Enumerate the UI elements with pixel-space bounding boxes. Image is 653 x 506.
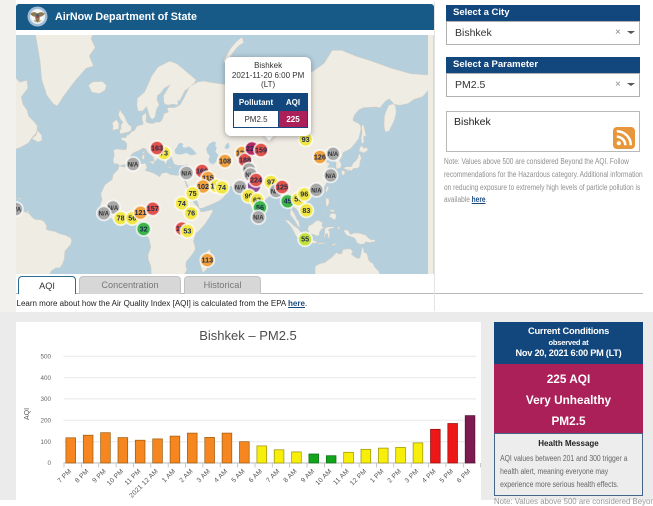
svg-text:74: 74: [218, 183, 226, 192]
svg-text:7 PM: 7 PM: [57, 468, 74, 485]
svg-text:6 AM: 6 AM: [248, 468, 264, 484]
svg-text:159: 159: [255, 145, 267, 154]
svg-text:N/A: N/A: [16, 207, 22, 213]
svg-text:10 PM: 10 PM: [106, 468, 125, 487]
svg-text:76: 76: [187, 209, 195, 218]
svg-text:4 PM: 4 PM: [421, 468, 438, 485]
svg-text:78: 78: [117, 214, 125, 223]
svg-text:53: 53: [183, 226, 191, 235]
svg-text:7 AM: 7 AM: [265, 468, 281, 484]
svg-text:1 AM: 1 AM: [161, 468, 177, 484]
svg-text:163: 163: [151, 143, 163, 152]
svg-text:5 PM: 5 PM: [439, 468, 456, 485]
svg-text:224: 224: [250, 175, 262, 184]
svg-text:45: 45: [284, 197, 292, 206]
svg-text:AQI: AQI: [24, 408, 31, 420]
svg-text:N/A: N/A: [181, 171, 192, 177]
svg-text:93: 93: [302, 135, 310, 144]
svg-text:2 AM: 2 AM: [178, 468, 194, 484]
svg-text:83: 83: [302, 206, 310, 215]
svg-text:11 AM: 11 AM: [332, 468, 351, 487]
svg-text:1 PM: 1 PM: [369, 468, 386, 485]
svg-text:N/A: N/A: [311, 188, 322, 194]
svg-text:Bishkek – PM2.5: Bishkek – PM2.5: [199, 328, 297, 343]
svg-text:108: 108: [219, 156, 231, 165]
svg-text:126: 126: [314, 152, 326, 161]
svg-text:N/A: N/A: [128, 162, 139, 168]
svg-text:300: 300: [40, 396, 51, 403]
svg-text:10 AM: 10 AM: [314, 468, 333, 487]
svg-text:500: 500: [40, 354, 51, 361]
svg-text:125: 125: [276, 182, 288, 191]
svg-text:0: 0: [47, 460, 51, 467]
svg-text:5 AM: 5 AM: [230, 468, 246, 484]
svg-text:4 AM: 4 AM: [213, 468, 229, 484]
svg-text:N/A: N/A: [328, 152, 339, 158]
svg-text:121: 121: [135, 208, 147, 217]
svg-text:55: 55: [301, 235, 309, 244]
svg-text:6 PM: 6 PM: [456, 468, 473, 485]
svg-text:32: 32: [140, 224, 148, 233]
svg-text:113: 113: [201, 256, 213, 265]
svg-text:N/A: N/A: [99, 212, 110, 218]
svg-text:200: 200: [40, 418, 51, 425]
svg-text:3 AM: 3 AM: [196, 468, 212, 484]
svg-text:12 PM: 12 PM: [349, 468, 368, 487]
svg-text:96: 96: [300, 190, 308, 199]
svg-text:400: 400: [40, 375, 51, 382]
svg-text:8 PM: 8 PM: [74, 468, 91, 485]
svg-text:3 PM: 3 PM: [404, 468, 421, 485]
svg-text:75: 75: [189, 189, 197, 198]
svg-text:N/A: N/A: [253, 216, 264, 222]
svg-text:N/A: N/A: [326, 174, 337, 180]
svg-text:157: 157: [147, 204, 159, 213]
svg-text:100: 100: [40, 439, 51, 446]
svg-text:8 AM: 8 AM: [283, 468, 299, 484]
svg-text:2 PM: 2 PM: [386, 468, 403, 485]
svg-text:74: 74: [178, 199, 186, 208]
